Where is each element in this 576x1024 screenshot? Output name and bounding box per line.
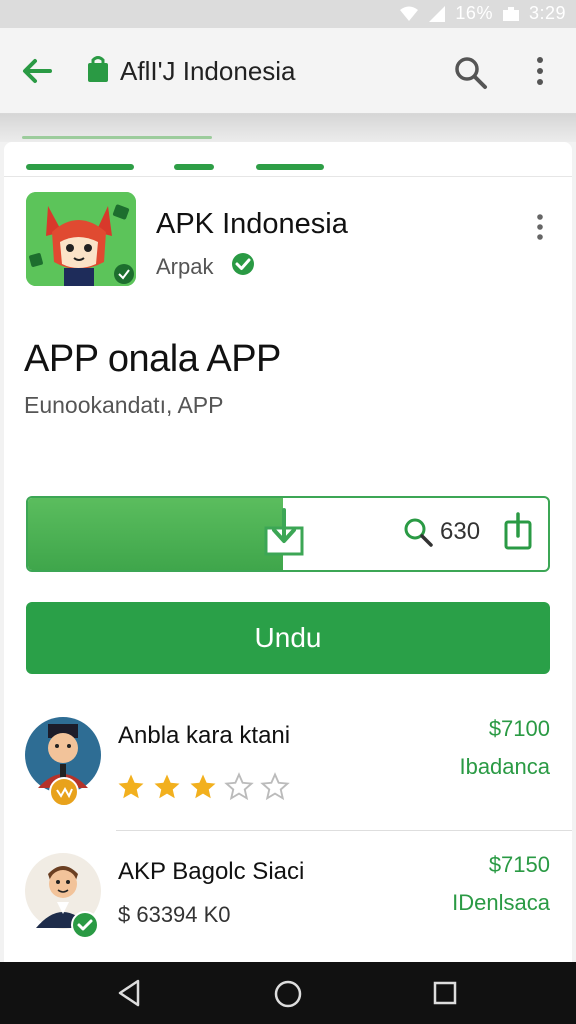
zoom-icon[interactable] xyxy=(402,516,434,548)
download-progress[interactable]: 630 xyxy=(26,496,550,572)
item-region: Ibadanca xyxy=(459,754,550,779)
item-region: IDenlsaca xyxy=(452,890,550,915)
nav-home-icon[interactable] xyxy=(272,978,304,1010)
list-divider xyxy=(116,830,572,831)
clock: 3:29 xyxy=(528,3,566,23)
wifi-icon xyxy=(400,6,419,21)
nav-back-icon[interactable] xyxy=(116,978,144,1008)
more-vertical-icon[interactable] xyxy=(528,54,552,88)
star-empty-icon xyxy=(260,772,290,801)
tab-indicator-3[interactable] xyxy=(256,164,324,170)
tab-divider xyxy=(4,176,572,177)
avatar xyxy=(24,852,102,939)
app-icon[interactable] xyxy=(26,192,136,286)
nav-recents-icon[interactable] xyxy=(432,980,458,1006)
badge-icon xyxy=(49,777,79,807)
rating-stars xyxy=(116,772,290,802)
tab-indicator-2[interactable] xyxy=(174,164,214,170)
app-detail-card: APK Indonesia Arpak APP onala APP Eunook… xyxy=(4,142,572,962)
app-name: APK Indonesia xyxy=(156,208,348,240)
app-headline: APP onala APP xyxy=(24,338,281,380)
developer-name[interactable]: Arpak xyxy=(156,254,213,280)
app-toolbar: AflI'J Indonesia xyxy=(0,28,576,114)
check-circle-icon xyxy=(71,911,99,939)
check-circle-icon xyxy=(232,253,254,275)
status-indicators: 16% 3:29 xyxy=(399,3,566,24)
item-subtitle: $ 63394 K0 xyxy=(118,902,231,927)
download-icon[interactable] xyxy=(264,508,304,556)
battery-percent: 16% xyxy=(455,3,493,23)
battery-icon xyxy=(502,6,519,21)
list-item[interactable]: AKP Bagolc Siaci $7150 IDenlsaca $ 63394… xyxy=(4,846,572,956)
avatar xyxy=(24,716,102,807)
list-item[interactable]: Anbla kara ktani $7100 Ibadanca xyxy=(4,710,572,820)
signal-icon xyxy=(429,5,446,22)
star-filled-icon xyxy=(118,774,144,799)
install-button[interactable]: Undu xyxy=(26,602,550,674)
share-icon[interactable] xyxy=(502,512,534,550)
star-filled-icon xyxy=(154,774,180,799)
item-price: $7150 xyxy=(488,852,550,877)
star-empty-icon xyxy=(224,772,254,801)
search-icon[interactable] xyxy=(452,54,488,90)
tab-indicator-1[interactable] xyxy=(26,164,134,170)
shopping-bag-icon xyxy=(88,56,108,82)
item-title: Anbla kara ktani xyxy=(118,722,291,749)
background-tab-indicator xyxy=(22,136,212,139)
app-subtitle: Eunookandatı, APP xyxy=(24,392,224,418)
item-price: $7100 xyxy=(488,716,550,741)
fox-mascot-icon xyxy=(26,192,136,286)
toolbar-title: AflI'J Indonesia xyxy=(120,56,296,86)
arrow-left-icon[interactable] xyxy=(20,54,54,88)
zoom-value: 630 xyxy=(440,518,481,545)
more-vertical-icon[interactable] xyxy=(530,212,550,242)
system-nav-bar xyxy=(0,962,576,1024)
status-bar: 16% 3:29 xyxy=(0,0,576,28)
item-title: AKP Bagolc Siaci xyxy=(118,858,305,885)
progress-fill xyxy=(28,498,283,570)
star-filled-icon xyxy=(190,774,216,799)
